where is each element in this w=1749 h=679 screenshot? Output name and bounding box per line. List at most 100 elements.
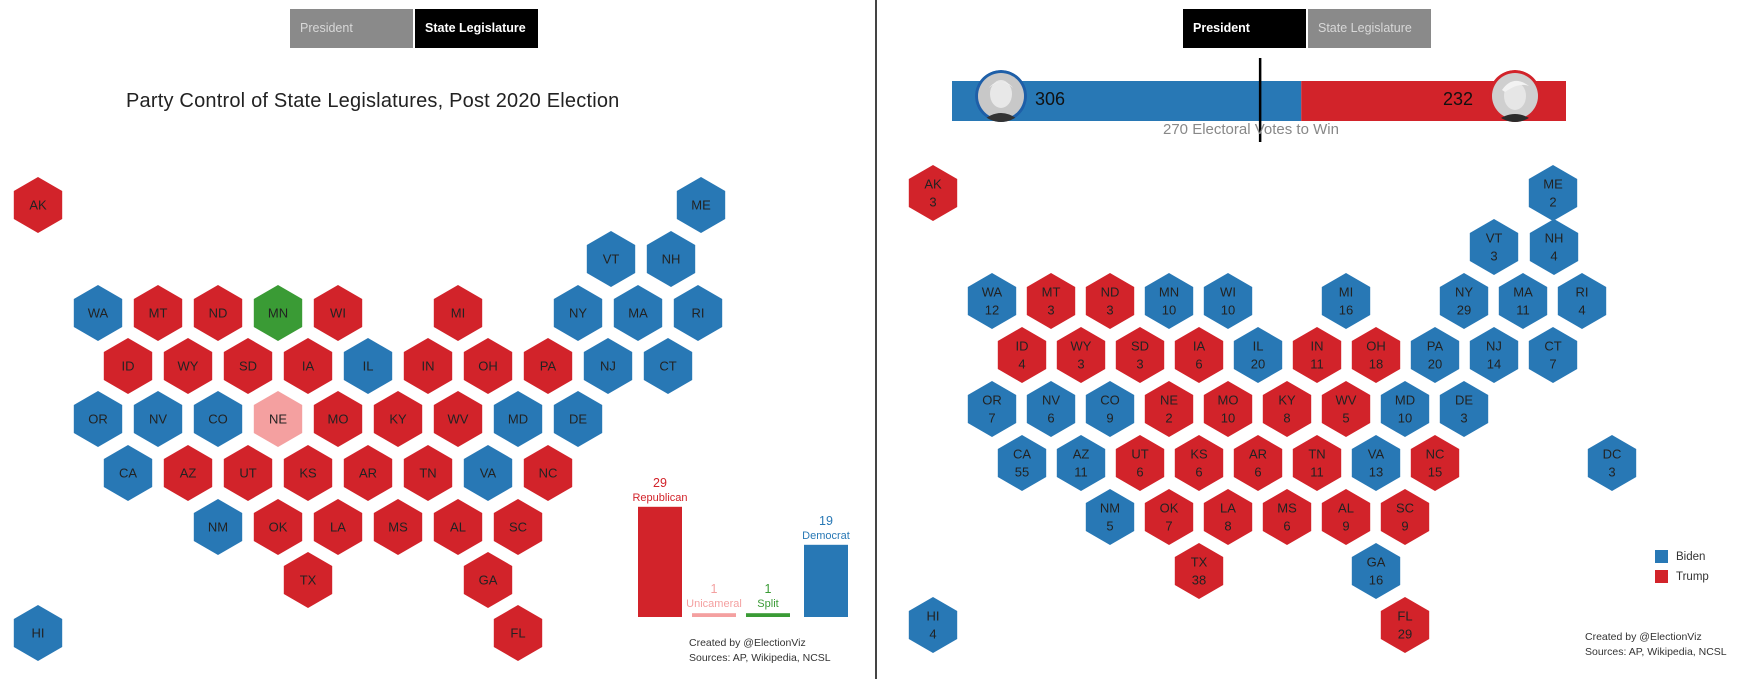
state-hex-wv[interactable]: WV	[433, 391, 483, 447]
state-hex-wi[interactable]: WI	[313, 285, 363, 341]
state-hex-mi[interactable]: MI 16	[1321, 273, 1371, 329]
state-hex-al[interactable]: AL 9	[1321, 489, 1371, 545]
state-hex-de[interactable]: DE 3	[1439, 381, 1489, 437]
state-hex-nm[interactable]: NM 5	[1085, 489, 1135, 545]
state-hex-nm[interactable]: NM	[193, 499, 243, 555]
state-hex-wi[interactable]: WI 10	[1203, 273, 1253, 329]
state-hex-wa[interactable]: WA 12	[967, 273, 1017, 329]
state-hex-la[interactable]: LA 8	[1203, 489, 1253, 545]
state-hex-ky[interactable]: KY	[373, 391, 423, 447]
state-hex-nh[interactable]: NH	[646, 231, 696, 287]
state-hex-mt[interactable]: MT 3	[1026, 273, 1076, 329]
state-hex-ok[interactable]: OK	[253, 499, 303, 555]
state-hex-pa[interactable]: PA 20	[1410, 327, 1460, 383]
state-hex-or[interactable]: OR	[73, 391, 123, 447]
state-hex-co[interactable]: CO	[193, 391, 243, 447]
state-hex-ks[interactable]: KS	[283, 445, 333, 501]
state-hex-sd[interactable]: SD	[223, 338, 273, 394]
state-hex-id[interactable]: ID	[103, 338, 153, 394]
state-hex-ma[interactable]: MA 11	[1498, 273, 1548, 329]
state-hex-wa[interactable]: WA	[73, 285, 123, 341]
state-hex-oh[interactable]: OH 18	[1351, 327, 1401, 383]
state-hex-fl[interactable]: FL 29	[1380, 597, 1430, 653]
state-hex-ut[interactable]: UT	[223, 445, 273, 501]
state-hex-hi[interactable]: HI 4	[908, 597, 958, 653]
state-hex-ia[interactable]: IA	[283, 338, 333, 394]
state-hex-vt[interactable]: VT 3	[1469, 219, 1519, 275]
state-hex-ct[interactable]: CT 7	[1528, 327, 1578, 383]
state-hex-pa[interactable]: PA	[523, 338, 573, 394]
state-hex-il[interactable]: IL	[343, 338, 393, 394]
state-hex-nd[interactable]: ND 3	[1085, 273, 1135, 329]
state-hex-ut[interactable]: UT 6	[1115, 435, 1165, 491]
state-hex-hi[interactable]: HI	[13, 605, 63, 661]
state-hex-sc[interactable]: SC	[493, 499, 543, 555]
state-hex-or[interactable]: OR 7	[967, 381, 1017, 437]
state-hex-wy[interactable]: WY 3	[1056, 327, 1106, 383]
state-hex-la[interactable]: LA	[313, 499, 363, 555]
state-hex-ri[interactable]: RI	[673, 285, 723, 341]
state-hex-id[interactable]: ID 4	[997, 327, 1047, 383]
state-hex-wy[interactable]: WY	[163, 338, 213, 394]
state-hex-ia[interactable]: IA 6	[1174, 327, 1224, 383]
state-hex-me[interactable]: ME 2	[1528, 165, 1578, 221]
state-hex-ca[interactable]: CA	[103, 445, 153, 501]
state-hex-mt[interactable]: MT	[133, 285, 183, 341]
state-hex-in[interactable]: IN 11	[1292, 327, 1342, 383]
state-hex-vt[interactable]: VT	[586, 231, 636, 287]
state-hex-nc[interactable]: NC 15	[1410, 435, 1460, 491]
state-hex-ne[interactable]: NE	[253, 391, 303, 447]
state-hex-ca[interactable]: CA 55	[997, 435, 1047, 491]
state-hex-tx[interactable]: TX	[283, 552, 333, 608]
state-hex-nv[interactable]: NV 6	[1026, 381, 1076, 437]
state-hex-ar[interactable]: AR 6	[1233, 435, 1283, 491]
state-hex-mi[interactable]: MI	[433, 285, 483, 341]
state-hex-va[interactable]: VA 13	[1351, 435, 1401, 491]
state-hex-wv[interactable]: WV 5	[1321, 381, 1371, 437]
state-hex-tn[interactable]: TN	[403, 445, 453, 501]
state-hex-ar[interactable]: AR	[343, 445, 393, 501]
state-hex-sc[interactable]: SC 9	[1380, 489, 1430, 545]
state-hex-ms[interactable]: MS 6	[1262, 489, 1312, 545]
state-hex-ma[interactable]: MA	[613, 285, 663, 341]
state-hex-fl[interactable]: FL	[493, 605, 543, 661]
state-hex-mn[interactable]: MN 10	[1144, 273, 1194, 329]
state-hex-ny[interactable]: NY 29	[1439, 273, 1489, 329]
state-hex-ny[interactable]: NY	[553, 285, 603, 341]
state-hex-nd[interactable]: ND	[193, 285, 243, 341]
state-hex-ak[interactable]: AK 3	[908, 165, 958, 221]
state-hex-tn[interactable]: TN 11	[1292, 435, 1342, 491]
state-hex-sd[interactable]: SD 3	[1115, 327, 1165, 383]
state-hex-nv[interactable]: NV	[133, 391, 183, 447]
state-hex-ks[interactable]: KS 6	[1174, 435, 1224, 491]
state-hex-md[interactable]: MD 10	[1380, 381, 1430, 437]
state-hex-tx[interactable]: TX 38	[1174, 543, 1224, 599]
state-hex-nh[interactable]: NH 4	[1529, 219, 1579, 275]
state-hex-ga[interactable]: GA	[463, 552, 513, 608]
state-hex-me[interactable]: ME	[676, 177, 726, 233]
state-hex-ky[interactable]: KY 8	[1262, 381, 1312, 437]
state-hex-az[interactable]: AZ 11	[1056, 435, 1106, 491]
state-hex-ct[interactable]: CT	[643, 338, 693, 394]
state-hex-nc[interactable]: NC	[523, 445, 573, 501]
state-hex-dc[interactable]: DC 3	[1587, 435, 1637, 491]
state-hex-in[interactable]: IN	[403, 338, 453, 394]
state-hex-mn[interactable]: MN	[253, 285, 303, 341]
state-hex-ms[interactable]: MS	[373, 499, 423, 555]
state-hex-nj[interactable]: NJ 14	[1469, 327, 1519, 383]
state-hex-nj[interactable]: NJ	[583, 338, 633, 394]
state-hex-ri[interactable]: RI 4	[1557, 273, 1607, 329]
state-hex-ak[interactable]: AK	[13, 177, 63, 233]
state-hex-de[interactable]: DE	[553, 391, 603, 447]
state-hex-mo[interactable]: MO 10	[1203, 381, 1253, 437]
state-hex-ga[interactable]: GA 16	[1351, 543, 1401, 599]
state-hex-va[interactable]: VA	[463, 445, 513, 501]
state-hex-mo[interactable]: MO	[313, 391, 363, 447]
state-hex-oh[interactable]: OH	[463, 338, 513, 394]
state-hex-co[interactable]: CO 9	[1085, 381, 1135, 437]
state-hex-al[interactable]: AL	[433, 499, 483, 555]
state-hex-ne[interactable]: NE 2	[1144, 381, 1194, 437]
state-hex-az[interactable]: AZ	[163, 445, 213, 501]
state-hex-ok[interactable]: OK 7	[1144, 489, 1194, 545]
state-hex-md[interactable]: MD	[493, 391, 543, 447]
